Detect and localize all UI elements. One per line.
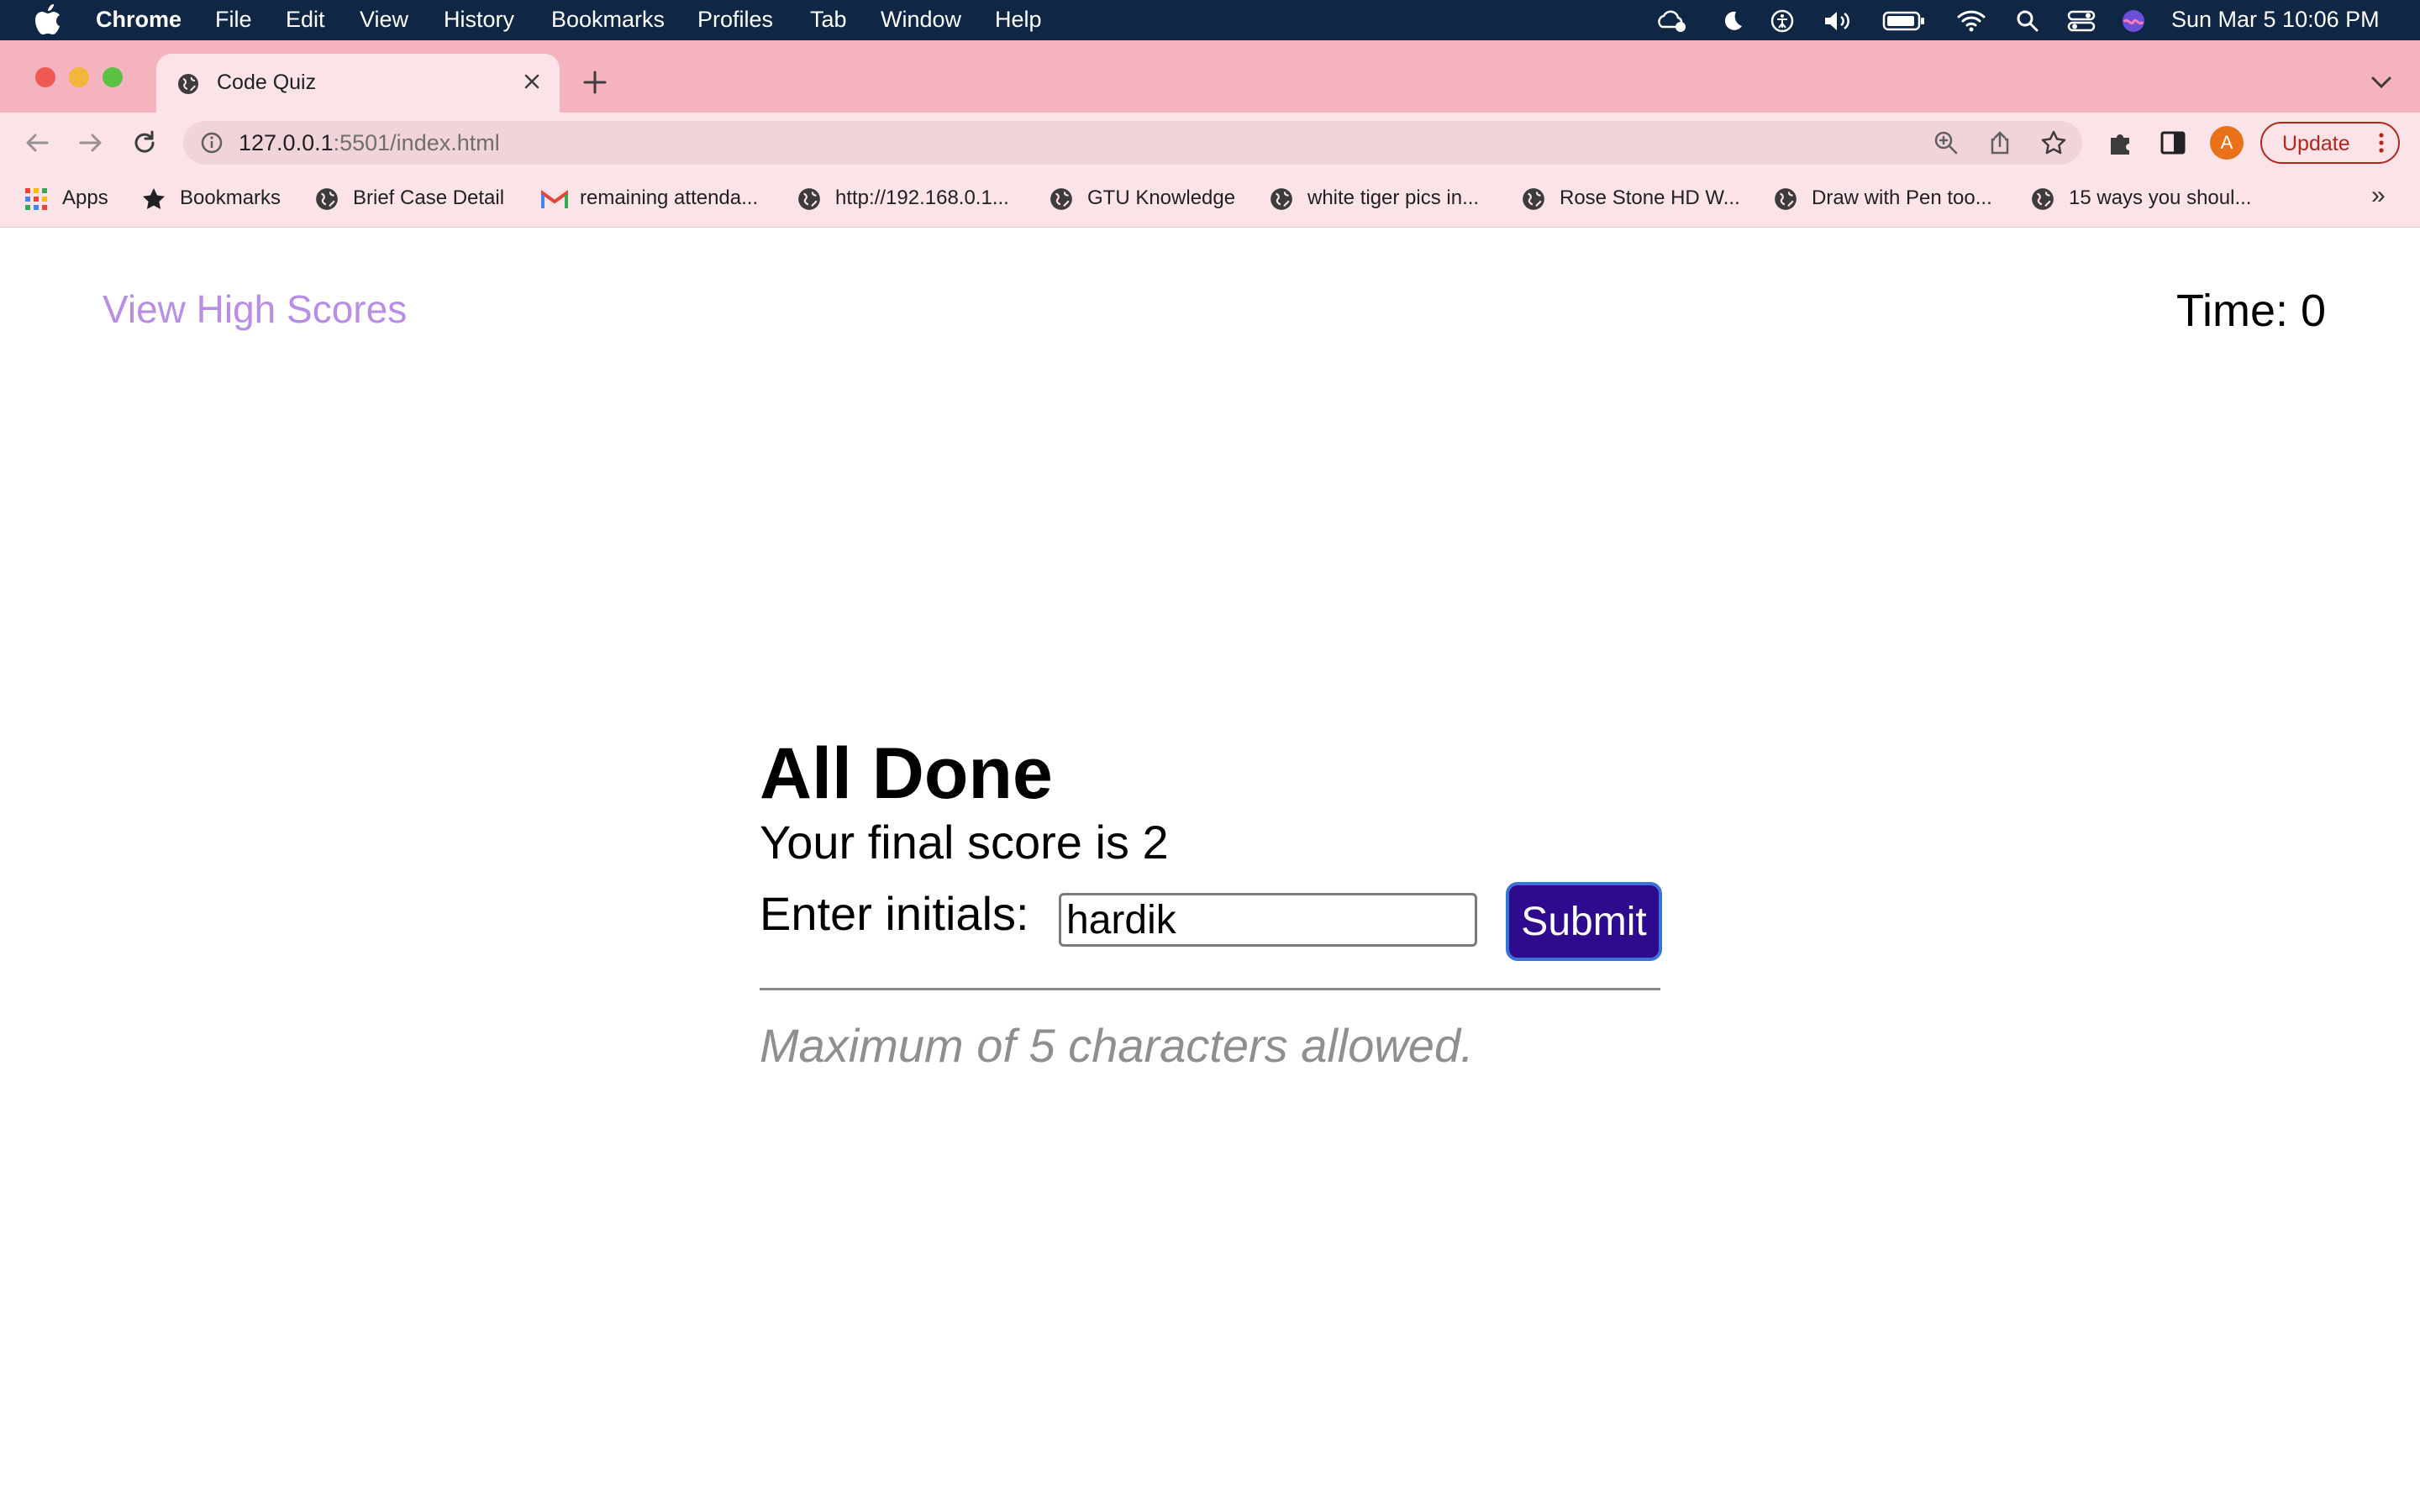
initials-label: Enter initials:	[760, 887, 1029, 940]
bookmark-gtu-knowledge[interactable]: GTU Knowledge	[1049, 183, 1250, 212]
bookmark-15-ways[interactable]: 15 ways you shoul...	[2030, 183, 2282, 212]
timer-value: 0	[2301, 286, 2327, 336]
menu-view[interactable]: View	[360, 7, 408, 33]
spotlight-search-icon[interactable]	[2015, 8, 2040, 34]
more-bookmarks-button[interactable]: »	[2371, 181, 2386, 210]
bookmark-ip-address[interactable]: http://192.168.0.1...	[797, 183, 1023, 212]
bookmark-star-icon[interactable]	[2040, 129, 2067, 156]
bookmark-label: remaining attenda...	[580, 186, 759, 209]
character-limit-hint: Maximum of 5 characters allowed.	[760, 1019, 1474, 1072]
bookmark-label: Bookmarks	[180, 186, 281, 209]
more-menu-icon[interactable]	[2375, 130, 2388, 155]
final-score-text: Your final score is 2	[760, 816, 1169, 869]
bookmark-label: white tiger pics in...	[1307, 186, 1480, 209]
gmail-icon	[541, 190, 568, 208]
menu-bookmarks[interactable]: Bookmarks	[551, 7, 665, 33]
control-center-icon[interactable]	[2067, 8, 2096, 34]
timer: Time: 0	[2176, 285, 2326, 337]
menu-tab[interactable]: Tab	[810, 7, 847, 33]
globe-icon	[178, 74, 198, 94]
bookmark-remaining-attendance[interactable]: remaining attenda...	[541, 183, 776, 212]
bookmark-label: 15 ways you shoul...	[2069, 186, 2252, 209]
globe-icon	[798, 188, 820, 210]
zoom-icon[interactable]	[1933, 129, 1960, 156]
bookmark-label: Brief Case Detail	[353, 186, 505, 209]
close-tab-icon[interactable]	[519, 69, 544, 94]
window-zoom-button[interactable]	[103, 67, 123, 87]
update-button-label: Update	[2282, 132, 2350, 155]
submit-button[interactable]: Submit	[1506, 882, 1662, 961]
window-minimize-button[interactable]	[69, 67, 89, 87]
forward-arrow-icon[interactable]	[76, 128, 106, 158]
macos-menu-bar: Chrome File Edit View History Bookmarks …	[0, 0, 2420, 40]
timer-label: Time:	[2176, 286, 2288, 336]
moon-icon[interactable]	[1719, 8, 1744, 34]
side-panel-icon[interactable]	[2158, 128, 2188, 158]
new-tab-icon[interactable]	[581, 69, 608, 96]
bookmark-bookmarks[interactable]: Bookmarks	[141, 183, 309, 212]
volume-icon[interactable]	[1822, 8, 1855, 34]
divider	[760, 988, 1660, 990]
window-close-button[interactable]	[35, 67, 55, 87]
globe-icon	[316, 188, 338, 210]
back-arrow-icon[interactable]	[22, 128, 52, 158]
bookmark-draw-with-pen[interactable]: Draw with Pen too...	[1773, 183, 2017, 212]
bookmark-label: Draw with Pen too...	[1812, 186, 1992, 209]
bookmark-label: GTU Knowledge	[1087, 186, 1236, 209]
tab-title: Code Quiz	[217, 71, 317, 94]
star-icon	[143, 188, 165, 209]
bookmark-brief-case-detail[interactable]: Brief Case Detail	[314, 183, 533, 212]
update-button[interactable]: Update	[2260, 122, 2400, 164]
url-host: 127.0.0.1	[239, 130, 334, 155]
share-icon[interactable]	[1986, 129, 2013, 156]
menu-help[interactable]: Help	[995, 7, 1042, 33]
initials-input[interactable]	[1059, 893, 1477, 947]
battery-icon[interactable]	[1882, 8, 1926, 34]
apps-grid-icon	[25, 188, 47, 210]
view-high-scores-link[interactable]: View High Scores	[103, 286, 407, 332]
wifi-icon[interactable]	[1956, 8, 1986, 34]
cloud-sync-icon[interactable]	[1655, 8, 1689, 34]
globe-icon	[1775, 188, 1797, 210]
tab-code-quiz[interactable]: Code Quiz	[156, 54, 560, 113]
extensions-icon[interactable]	[2106, 128, 2136, 158]
reload-icon[interactable]	[129, 128, 160, 158]
menu-app-chrome[interactable]: Chrome	[96, 7, 182, 33]
menu-history[interactable]: History	[444, 7, 514, 33]
url-path: :5501/index.html	[333, 130, 500, 155]
site-info-icon[interactable]	[200, 131, 224, 155]
bookmark-label: Rose Stone HD W...	[1560, 186, 1740, 209]
apple-logo-icon[interactable]	[34, 4, 62, 36]
menu-profiles[interactable]: Profiles	[697, 7, 773, 33]
globe-icon	[1050, 188, 1072, 210]
address-bar[interactable]: 127.0.0.1:5501/index.html	[183, 121, 2082, 165]
menu-window[interactable]: Window	[881, 7, 961, 33]
globe-icon	[1523, 188, 1544, 210]
bookmark-label: Apps	[62, 186, 108, 209]
menubar-clock[interactable]: Sun Mar 5 10:06 PM	[2171, 7, 2380, 33]
globe-icon	[1270, 188, 1292, 210]
globe-icon	[2032, 188, 2054, 210]
url-text[interactable]: 127.0.0.1:5501/index.html	[239, 130, 500, 156]
chevron-down-icon[interactable]	[2370, 74, 2393, 91]
page-title: All Done	[760, 733, 1053, 814]
bookmark-rose-stone[interactable]: Rose Stone HD W...	[1521, 183, 1756, 212]
bookmark-white-tiger[interactable]: white tiger pics in...	[1269, 183, 1504, 212]
accessibility-icon[interactable]	[1770, 8, 1795, 34]
bookmark-label: http://192.168.0.1...	[835, 186, 1009, 209]
bookmark-apps[interactable]: Apps	[24, 183, 124, 212]
siri-icon[interactable]	[2121, 8, 2146, 34]
profile-avatar[interactable]: A	[2210, 126, 2244, 160]
menu-file[interactable]: File	[215, 7, 252, 33]
menu-edit[interactable]: Edit	[286, 7, 325, 33]
